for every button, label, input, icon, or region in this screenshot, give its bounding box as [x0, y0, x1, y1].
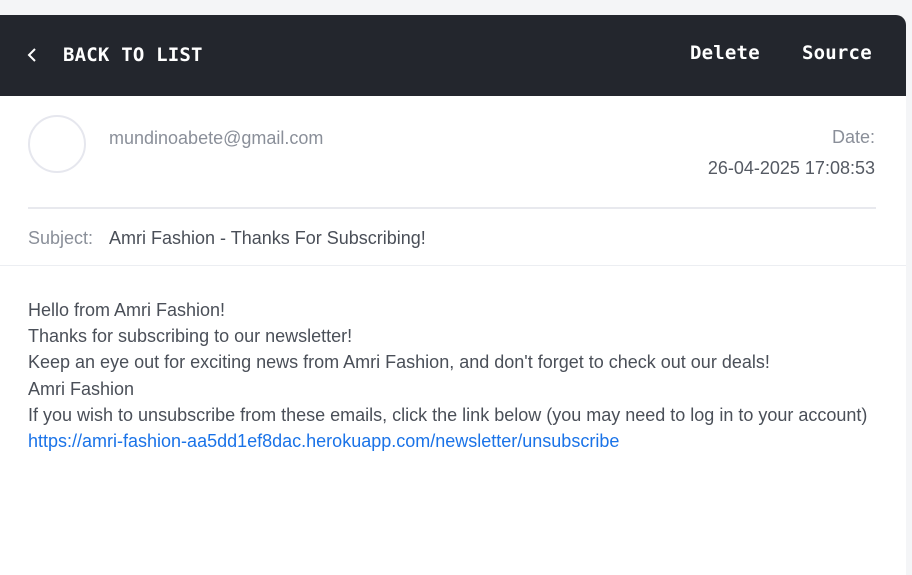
chevron-left-icon: [26, 46, 38, 64]
body-line: Keep an eye out for exciting news from A…: [28, 352, 770, 373]
date-label: Date:: [831, 127, 875, 147]
body-line: Amri Fashion: [28, 378, 135, 399]
email-header: mundinoabete@gmail.com Date: 26-04-2025 …: [0, 96, 906, 209]
date-value: 26-04-2025 17:08:53: [707, 158, 875, 178]
subject-row: Subject: Amri Fashion - Thanks For Subsc…: [0, 207, 906, 266]
back-to-list-button[interactable]: BACK TO LIST: [26, 42, 203, 68]
back-to-list-label: BACK TO LIST: [63, 44, 203, 66]
email-body: Hello from Amri Fashion! Thanks for subs…: [0, 266, 906, 454]
subject-label: Subject:: [28, 228, 94, 248]
toolbar: BACK TO LIST Delete Source: [0, 15, 906, 96]
body-line: If you wish to unsubscribe from these em…: [28, 404, 868, 425]
subject-value: Amri Fashion - Thanks For Subscribing!: [109, 228, 426, 248]
email-viewer-panel: BACK TO LIST Delete Source mundinoabete@…: [0, 15, 906, 575]
sender-email: mundinoabete@gmail.com: [109, 128, 324, 148]
unsubscribe-link[interactable]: https://amri-fashion-aa5dd1ef8dac.heroku…: [28, 431, 619, 451]
avatar: [28, 115, 86, 173]
body-line: Hello from Amri Fashion!: [28, 300, 226, 320]
delete-button[interactable]: Delete: [690, 42, 760, 64]
source-button[interactable]: Source: [802, 42, 872, 64]
body-line: Thanks for subscribing to our newsletter…: [28, 326, 353, 347]
